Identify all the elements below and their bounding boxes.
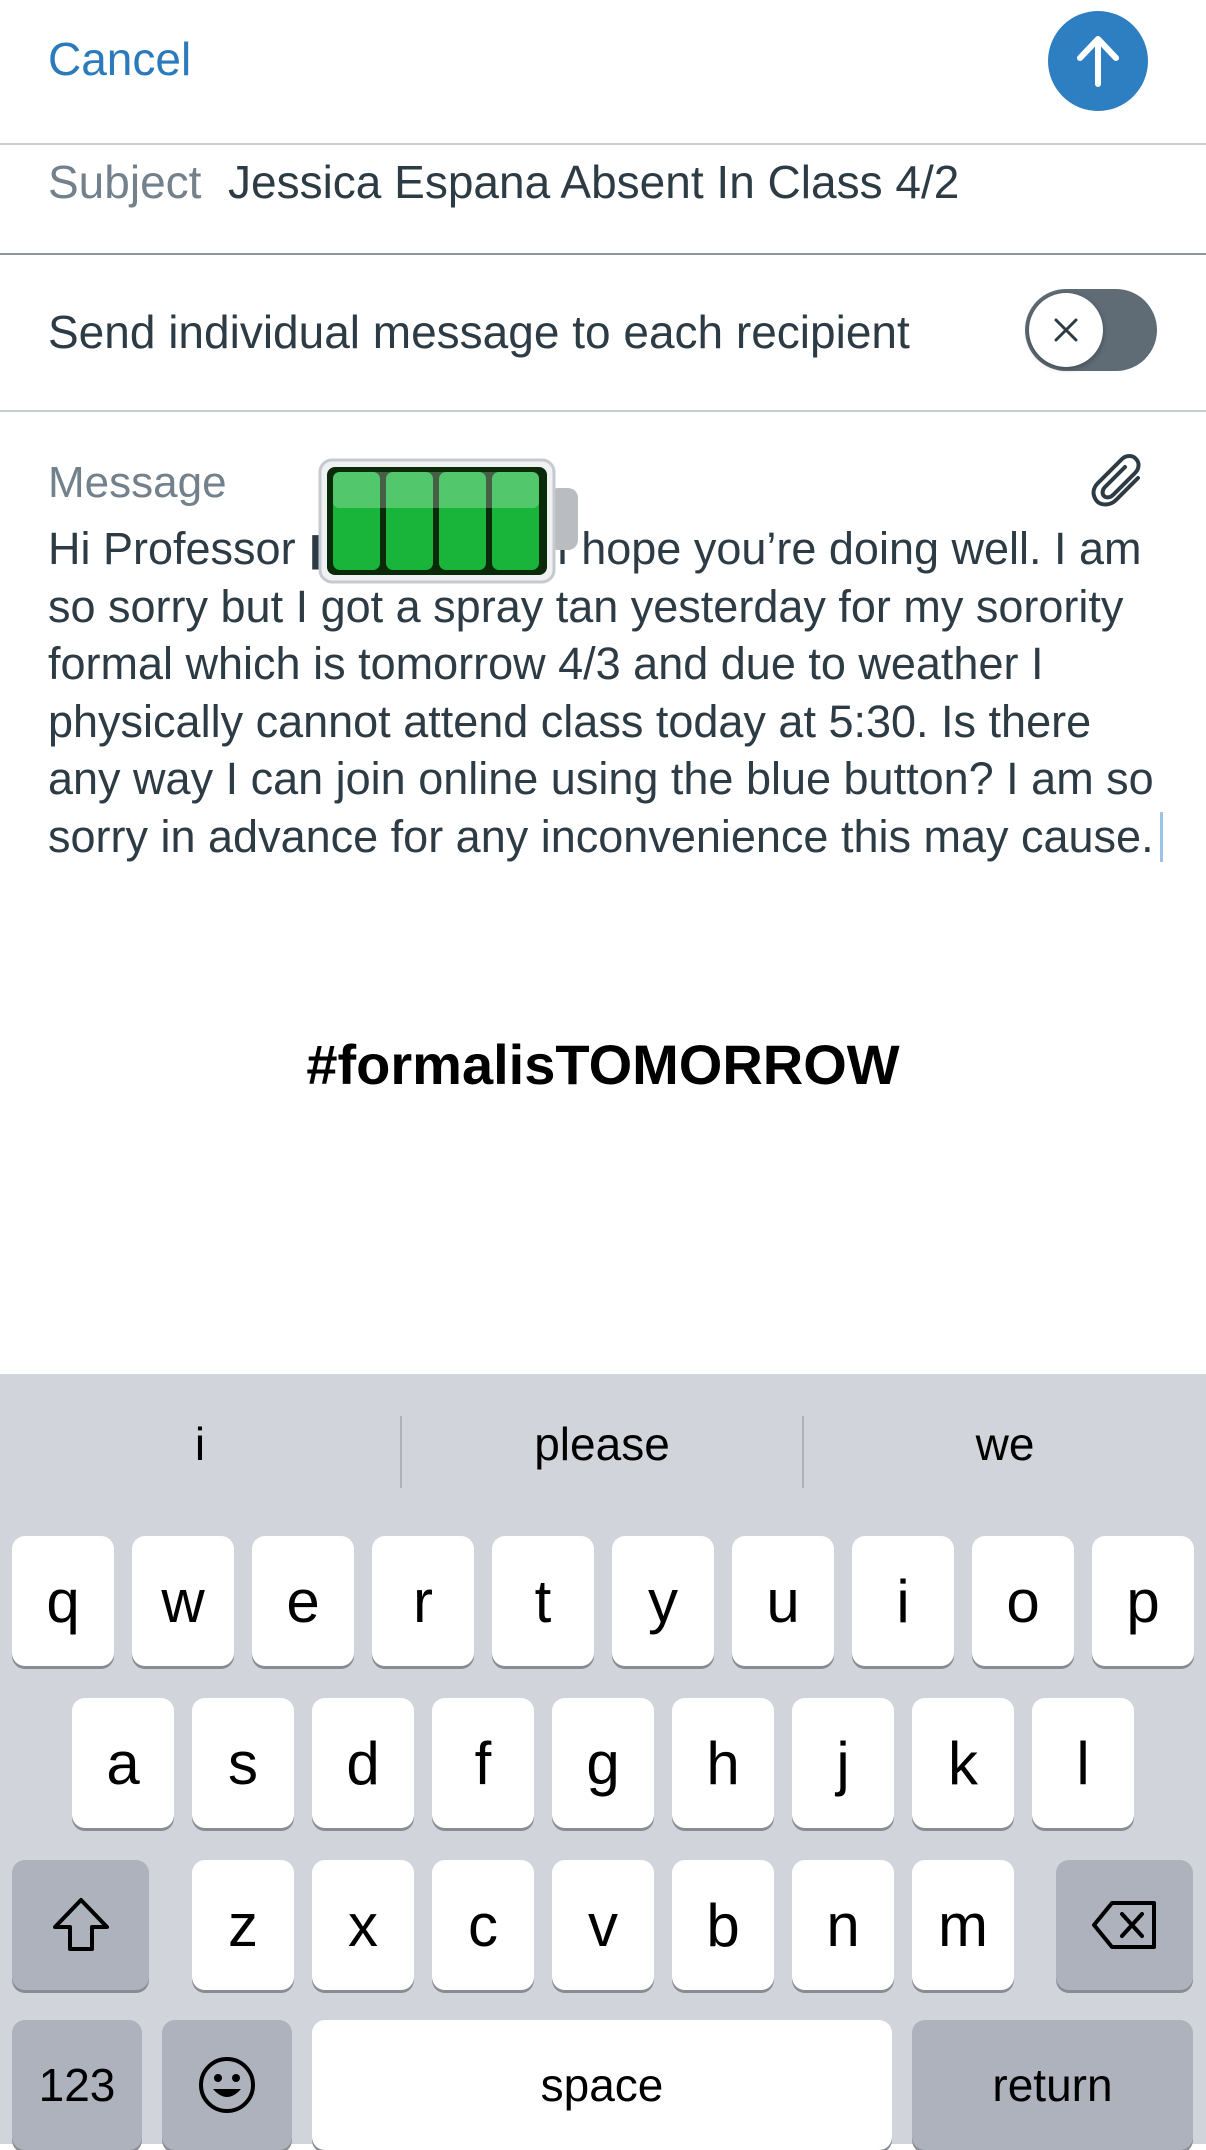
- toggle-knob: [1029, 293, 1103, 367]
- shift-key[interactable]: [12, 1860, 149, 1990]
- shift-icon: [52, 1898, 109, 1951]
- top-bar: Cancel: [0, 0, 1206, 145]
- key-l[interactable]: l: [1032, 1698, 1134, 1828]
- space-key[interactable]: space: [312, 2020, 892, 2150]
- paperclip-icon[interactable]: [1088, 452, 1152, 516]
- key-y[interactable]: y: [612, 1536, 714, 1666]
- key-b[interactable]: b: [672, 1860, 774, 1990]
- key-i[interactable]: i: [852, 1536, 954, 1666]
- battery-icon: [318, 458, 578, 584]
- delete-icon: [1091, 1901, 1156, 1949]
- hashtag-text-overlay: #formalisTOMORROW: [306, 1033, 900, 1096]
- key-g[interactable]: g: [552, 1698, 654, 1828]
- key-w[interactable]: w: [132, 1536, 234, 1666]
- message-field[interactable]: Hi Professor ▮▮▮▮▮▮▮▮e! I hope you’re do…: [48, 520, 1173, 865]
- key-q[interactable]: q: [12, 1536, 114, 1666]
- key-z[interactable]: z: [192, 1860, 294, 1990]
- return-key[interactable]: return: [912, 2020, 1193, 2150]
- key-s[interactable]: s: [192, 1698, 294, 1828]
- key-e[interactable]: e: [252, 1536, 354, 1666]
- close-icon: [1054, 318, 1078, 342]
- cancel-button[interactable]: Cancel: [48, 32, 191, 86]
- key-o[interactable]: o: [972, 1536, 1074, 1666]
- suggestion-1[interactable]: i: [0, 1374, 400, 1514]
- emoji-icon: [199, 2057, 255, 2113]
- subject-field[interactable]: Jessica Espana Absent In Class 4/2: [228, 155, 959, 209]
- subject-label: Subject: [48, 156, 202, 208]
- key-u[interactable]: u: [732, 1536, 834, 1666]
- key-j[interactable]: j: [792, 1698, 894, 1828]
- key-h[interactable]: h: [672, 1698, 774, 1828]
- key-x[interactable]: x: [312, 1860, 414, 1990]
- message-text: Hi Professor ▮▮▮▮▮▮▮▮e! I hope you’re do…: [48, 523, 1154, 862]
- subject-row: Subject Jessica Espana Absent In Class 4…: [0, 145, 1206, 255]
- keyboard: i please we qwertyuiop asdfghjkl zxcvbnm…: [0, 1374, 1206, 2150]
- key-n[interactable]: n: [792, 1860, 894, 1990]
- numbers-key[interactable]: 123: [12, 2020, 142, 2150]
- key-k[interactable]: k: [912, 1698, 1014, 1828]
- key-a[interactable]: a: [72, 1698, 174, 1828]
- key-t[interactable]: t: [492, 1536, 594, 1666]
- message-label: Message: [48, 458, 227, 507]
- individual-message-label: Send individual message to each recipien…: [48, 306, 910, 358]
- key-f[interactable]: f: [432, 1698, 534, 1828]
- suggestion-2[interactable]: please: [402, 1374, 802, 1514]
- suggestion-3[interactable]: we: [804, 1374, 1206, 1514]
- key-r[interactable]: r: [372, 1536, 474, 1666]
- text-cursor: [1159, 811, 1163, 862]
- send-button[interactable]: [1048, 11, 1148, 111]
- key-v[interactable]: v: [552, 1860, 654, 1990]
- emoji-key[interactable]: [162, 2020, 292, 2150]
- arrow-up-icon: [1077, 36, 1119, 87]
- key-c[interactable]: c: [432, 1860, 534, 1990]
- key-p[interactable]: p: [1092, 1536, 1194, 1666]
- individual-message-row: Send individual message to each recipien…: [0, 255, 1206, 412]
- delete-key[interactable]: [1056, 1860, 1193, 1990]
- key-m[interactable]: m: [912, 1860, 1014, 1990]
- individual-message-toggle[interactable]: [1025, 289, 1157, 371]
- key-d[interactable]: d: [312, 1698, 414, 1828]
